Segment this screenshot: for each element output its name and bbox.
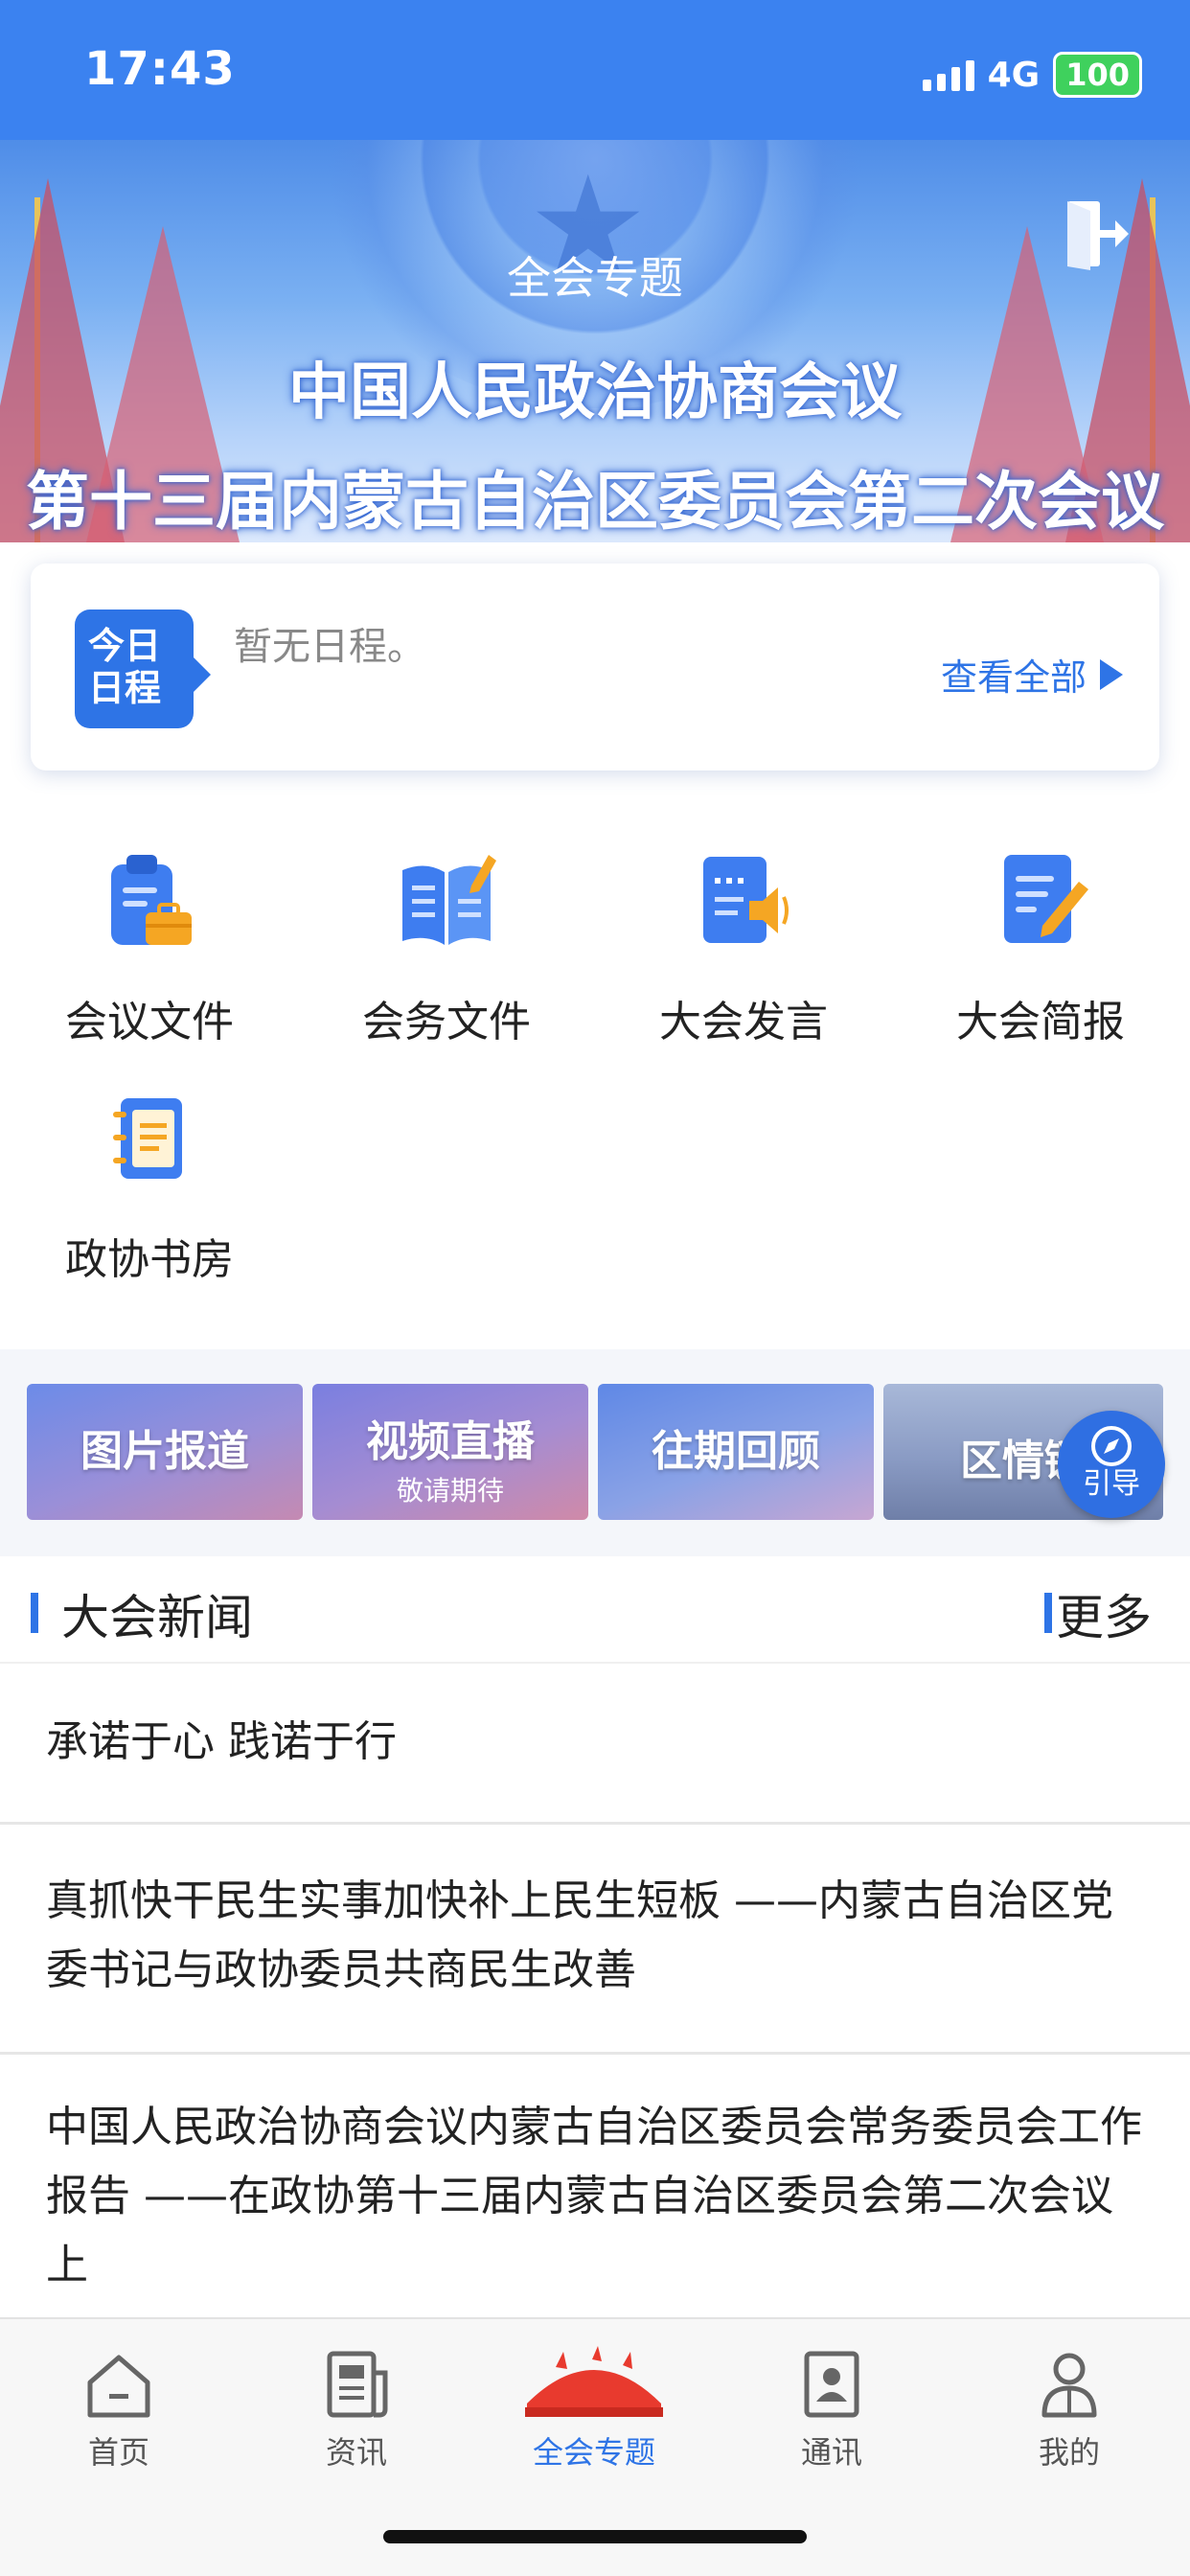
guide-label: 引导 [1083,1467,1140,1501]
guide-button[interactable]: 引导 [1058,1411,1165,1518]
banner-past-review[interactable]: 往期回顾 [598,1384,874,1520]
document-speaker-icon [703,857,789,943]
badge-line1: 今日 [88,625,162,667]
banner-strip: 图片报道 视频直播 敬请期待 往期回顾 区情链 [0,1349,1190,1556]
banner-subtitle: 敬请期待 [396,1475,504,1506]
banner-photo-reports[interactable]: 图片报道 [27,1384,303,1520]
today-schedule-badge: 今日 日程 [75,610,211,728]
tab-label: 通讯 [800,2434,862,2471]
news-section-header: 大会新闻 更多 [0,1556,1190,1664]
clipboard-briefcase-icon [111,855,192,945]
status-indicators: 4G 100 [922,52,1142,98]
contacts-icon [804,2351,859,2418]
user-icon [1041,2353,1097,2418]
hero-title-line1: 中国人民政治协商会议 [288,357,902,428]
hero-title-line2: 第十三届内蒙古自治区委员会第二次会议 [26,465,1164,539]
document-pencil-icon [1004,855,1088,943]
today-schedule-card[interactable]: 今日 日程 暂无日程。 查看全部 [31,564,1159,770]
newspaper-icon [327,2351,388,2418]
grid-label: 会议文件 [65,998,234,1046]
banner-live-video[interactable]: 视频直播 敬请期待 [312,1384,588,1520]
tab-home[interactable]: 首页 [23,2346,215,2472]
tab-plenary-topics[interactable]: 全会专题 [498,2346,690,2472]
home-indicator[interactable] [383,2530,807,2543]
signal-icon [922,58,974,91]
exit-icon[interactable] [1064,197,1131,270]
hero-subtitle: 全会专题 [507,252,683,304]
news-item-title: 中国人民政治协商会议内蒙古自治区委员会常务委员会工作报告 ——在政协第十三届内蒙… [46,2103,1142,2289]
tab-label: 资讯 [325,2434,387,2471]
grid-label: 会务文件 [362,998,531,1046]
grid-item-meeting-docs[interactable]: 会议文件 [34,843,264,1048]
grid-item-affairs-docs[interactable]: 会务文件 [332,843,561,1048]
badge-line2: 日程 [88,667,162,709]
section-accent-bar [31,1593,38,1633]
more-accent-bar [1044,1593,1052,1633]
compass-icon [1091,1426,1132,1466]
notebook-icon [113,1098,182,1179]
hero-banner: ★ 全会专题 中国人民政治协商会议 第十三届内蒙古自治区委员会第二次会议 [0,140,1190,542]
news-item[interactable]: 真抓快干民生实事加快补上民生短板 ——内蒙古自治区党委书记与政协委员共商民生改善 [0,1825,1190,2055]
banner-title: 往期回顾 [652,1427,820,1476]
play-arrow-icon [1100,658,1123,690]
grid-item-speeches[interactable]: 大会发言 [629,843,858,1048]
tab-label: 首页 [87,2434,149,2471]
grid-item-briefings[interactable]: 大会简报 [926,843,1156,1048]
banner-title: 视频直播 [366,1417,535,1466]
network-type: 4G [987,55,1041,95]
news-section-title: 大会新闻 [61,1590,253,1645]
news-item-title: 真抓快干民生实事加快补上民生短板 ——内蒙古自治区党委书记与政协委员共商民生改善 [46,1876,1113,1994]
news-item[interactable]: 中国人民政治协商会议内蒙古自治区委员会常务委员会工作报告 ——在政协第十三届内蒙… [0,2055,1190,2319]
view-all-label: 查看全部 [940,656,1087,699]
tab-news[interactable]: 资讯 [261,2346,452,2472]
banner-title: 图片报道 [80,1427,249,1476]
status-bar: 17:43 4G 100 [0,0,1190,140]
home-icon [87,2355,150,2418]
tab-contacts[interactable]: 通讯 [736,2346,927,2472]
view-all-link[interactable]: 查看全部 [941,648,1123,701]
tab-label: 全会专题 [532,2434,655,2471]
tab-profile[interactable]: 我的 [973,2346,1165,2472]
news-item-title: 承诺于心 践诺于行 [46,1717,397,1766]
status-time: 17:43 [84,42,236,96]
great-hall-icon [525,2346,663,2417]
tab-label: 我的 [1038,2434,1100,2471]
battery-icon: 100 [1053,52,1142,98]
more-link[interactable]: 更多 [1056,1579,1152,1648]
grid-label: 大会简报 [956,998,1125,1046]
news-item[interactable]: 承诺于心 践诺于行 [0,1664,1190,1825]
grid-label: 大会发言 [659,998,828,1046]
open-book-pen-icon [402,855,496,945]
schedule-empty-text: 暂无日程。 [234,625,425,669]
grid-label: 政协书房 [65,1235,234,1284]
grid-item-study-room[interactable]: 政协书房 [34,1081,264,1286]
